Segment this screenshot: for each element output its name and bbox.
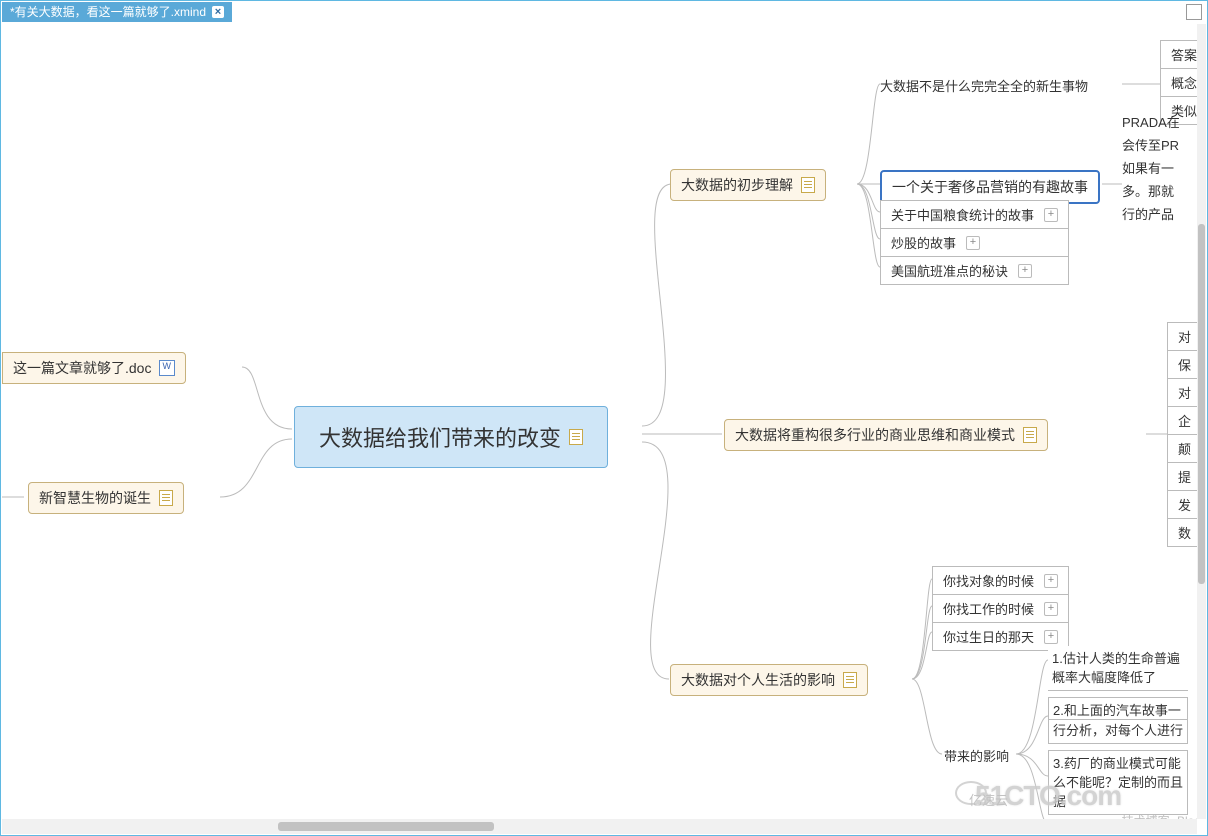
list-item[interactable]: 颠	[1167, 434, 1197, 462]
branch1-child-luxury-story[interactable]: 一个关于奢侈品营销的有趣故事	[880, 170, 1100, 204]
text-line: 3.药厂的商业模式可能	[1048, 750, 1188, 772]
branch3-child-dating[interactable]: 你找对象的时候+	[932, 566, 1069, 594]
branch1-luxury-detail: PRADA在 会传至PR 如果有一 多。那就 行的产品	[1122, 110, 1180, 225]
branch1-child-flights[interactable]: 美国航班准点的秘诀+	[880, 256, 1069, 285]
central-topic[interactable]: 大数据给我们带来的改变	[294, 406, 608, 468]
text-line: 会传至PR	[1122, 133, 1180, 156]
list-item[interactable]: 答案	[1160, 40, 1197, 68]
expand-icon[interactable]: +	[1044, 574, 1058, 588]
list-item[interactable]: 对	[1167, 322, 1197, 350]
file-tab[interactable]: *有关大数据，看这一篇就够了.xmind ×	[2, 2, 232, 22]
notes-icon[interactable]	[1023, 427, 1037, 443]
branch3-children-top: 你找对象的时候+ 你找工作的时候+ 你过生日的那天+	[932, 566, 1069, 651]
maximize-icon[interactable]	[1186, 4, 1202, 20]
left-node-doc-label: 这一篇文章就够了.doc	[13, 358, 151, 378]
branch1-note[interactable]: 大数据不是什么完完全全的新生事物	[880, 76, 1088, 95]
text-line: 行的产品	[1122, 202, 1180, 225]
branch3-impact-details: 1.估计人类的生命普遍 概率大幅度降低了 2.和上面的汽车故事一 行分析，对每个…	[1048, 646, 1188, 819]
vertical-scroll-thumb[interactable]	[1198, 224, 1205, 584]
branch-personal-life[interactable]: 大数据对个人生活的影响	[670, 664, 868, 696]
left-node-bio[interactable]: 新智慧生物的诞生	[28, 482, 184, 514]
tab-strip: *有关大数据，看这一篇就够了.xmind ×	[2, 2, 1206, 24]
word-doc-icon	[159, 360, 175, 376]
text-line: 多。那就	[1122, 179, 1180, 202]
window-frame: *有关大数据，看这一篇就够了.xmind ×	[0, 0, 1208, 836]
tab-close-icon[interactable]: ×	[212, 6, 224, 18]
branch-business-reconstruct[interactable]: 大数据将重构很多行业的商业思维和商业模式	[724, 419, 1048, 451]
text-line: 行分析，对每个人进行	[1048, 719, 1188, 744]
expand-icon[interactable]: +	[1044, 630, 1058, 644]
text-line: 概率大幅度降低了	[1048, 667, 1188, 691]
central-topic-label: 大数据给我们带来的改变	[319, 421, 561, 453]
horizontal-scroll-thumb[interactable]	[278, 822, 494, 831]
notes-icon[interactable]	[801, 177, 815, 193]
vertical-scrollbar[interactable]	[1197, 24, 1206, 819]
list-item[interactable]: 保	[1167, 350, 1197, 378]
list-item[interactable]: 对	[1167, 378, 1197, 406]
text-line: 么不能呢？定制的而且	[1048, 772, 1188, 791]
notes-icon[interactable]	[159, 490, 173, 506]
list-item[interactable]: 数	[1167, 518, 1197, 547]
branch2-children: 对 保 对 企 颠 提 发 数	[1167, 322, 1197, 547]
text-line: 2.和上面的汽车故事一	[1048, 697, 1188, 719]
notes-icon[interactable]	[843, 672, 857, 688]
branch1-child-grain[interactable]: 关于中国粮食统计的故事+	[880, 200, 1069, 228]
tab-title: *有关大数据，看这一篇就够了.xmind	[10, 2, 206, 22]
list-item[interactable]: 提	[1167, 462, 1197, 490]
text-line: PRADA在	[1122, 110, 1180, 133]
horizontal-scrollbar[interactable]	[2, 819, 1197, 834]
branch3-impact-label[interactable]: 带来的影响	[944, 746, 1009, 765]
watermark-brand: 亿速云	[969, 790, 1008, 809]
left-node-bio-label: 新智慧生物的诞生	[39, 488, 151, 508]
text-line: 如果有一	[1122, 156, 1180, 179]
cloud-icon	[955, 781, 987, 805]
text-line: 1.估计人类的生命普遍	[1048, 646, 1188, 667]
notes-icon[interactable]	[569, 429, 583, 445]
left-node-doc[interactable]: 这一篇文章就够了.doc	[2, 352, 186, 384]
text-line: 据	[1048, 791, 1188, 815]
branch3-child-job[interactable]: 你找工作的时候+	[932, 594, 1069, 622]
branch1-label: 大数据的初步理解	[681, 175, 793, 195]
expand-icon[interactable]: +	[966, 236, 980, 250]
mindmap-canvas[interactable]: 大数据给我们带来的改变 这一篇文章就够了.doc 新智慧生物的诞生 大数据的初步…	[2, 24, 1197, 819]
branch-initial-understanding[interactable]: 大数据的初步理解	[670, 169, 826, 201]
branch3-label: 大数据对个人生活的影响	[681, 670, 835, 690]
expand-icon[interactable]: +	[1044, 602, 1058, 616]
list-item[interactable]: 企	[1167, 406, 1197, 434]
expand-icon[interactable]: +	[1044, 208, 1058, 222]
branch1-child-stock[interactable]: 炒股的故事+	[880, 228, 1069, 256]
branch2-label: 大数据将重构很多行业的商业思维和商业模式	[735, 425, 1015, 445]
list-item[interactable]: 概念	[1160, 68, 1197, 96]
list-item[interactable]: 发	[1167, 490, 1197, 518]
branch1-children-stack: 关于中国粮食统计的故事+ 炒股的故事+ 美国航班准点的秘诀+	[880, 200, 1069, 285]
expand-icon[interactable]: +	[1018, 264, 1032, 278]
